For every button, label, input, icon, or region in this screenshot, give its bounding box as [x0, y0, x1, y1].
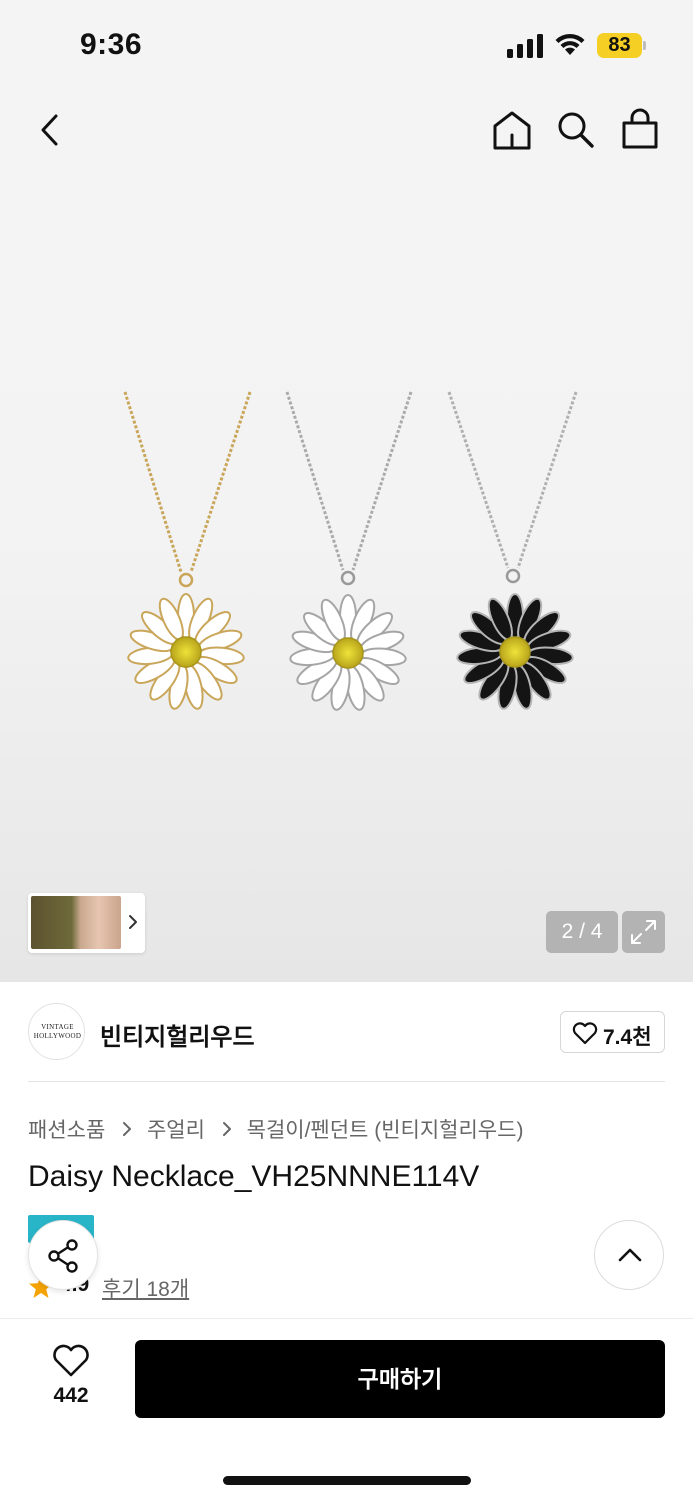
- status-time: 9:36: [80, 28, 143, 61]
- like-count: 442: [53, 1384, 89, 1407]
- gallery-page-indicator: 2 / 4: [546, 911, 618, 953]
- silver-daisy-pendant: [285, 391, 413, 711]
- back-arrow-icon[interactable]: [36, 112, 66, 148]
- share-button[interactable]: [28, 1220, 98, 1290]
- chevron-right-icon: [123, 1122, 132, 1136]
- breadcrumb: 패션소품 주얼리 목걸이/펜던트 (빈티지헐리우드): [28, 1114, 523, 1142]
- product-title: Daisy Necklace_VH25NNNE114V: [28, 1160, 480, 1193]
- expand-icon: [631, 920, 656, 944]
- breadcrumb-item[interactable]: 주얼리: [147, 1114, 205, 1144]
- breadcrumb-item[interactable]: 패션소품: [28, 1114, 105, 1144]
- breadcrumb-item[interactable]: 목걸이/펜던트 (빈티지헐리우드): [247, 1114, 524, 1144]
- home-icon[interactable]: [492, 109, 532, 151]
- chevron-right-icon: [222, 1122, 231, 1136]
- buy-button[interactable]: 구매하기: [135, 1340, 665, 1418]
- expand-image-button[interactable]: [622, 911, 665, 953]
- wifi-icon: [555, 33, 585, 55]
- shopping-bag-icon[interactable]: [620, 108, 660, 150]
- divider: [28, 1081, 665, 1082]
- chevron-right-icon: [129, 915, 137, 929]
- battery-indicator: 83: [597, 33, 647, 58]
- thumbnail-image[interactable]: [31, 896, 121, 949]
- gold-daisy-pendant: [123, 391, 252, 710]
- heart-icon: [53, 1344, 89, 1377]
- related-image-thumbnails[interactable]: [28, 893, 145, 953]
- share-icon: [48, 1239, 78, 1273]
- chevron-up-icon: [618, 1248, 642, 1262]
- heart-icon: [572, 1022, 598, 1045]
- black-daisy-pendant: [447, 391, 578, 710]
- battery-cap: [643, 41, 646, 50]
- brand-row: VINTAGE HOLLYWOOD 빈티지헐리우드 7.4천: [28, 1003, 665, 1061]
- product-image-gallery[interactable]: 9:36 83 2 / 4: [0, 0, 693, 982]
- brand-name[interactable]: 빈티지헐리우드: [100, 1017, 255, 1052]
- brand-favorite-count: 7.4천: [603, 1026, 652, 1049]
- status-bar: 9:36 83: [0, 0, 693, 92]
- brand-logo[interactable]: VINTAGE HOLLYWOOD: [28, 1003, 85, 1060]
- cellular-signal-icon: [507, 34, 543, 58]
- brand-favorite-button[interactable]: 7.4천: [560, 1011, 665, 1053]
- review-count-link[interactable]: 후기 18개: [102, 1273, 189, 1303]
- product-photo: [123, 391, 578, 711]
- battery-level: 83: [597, 33, 642, 58]
- like-button[interactable]: 442: [40, 1342, 102, 1412]
- home-indicator: [223, 1476, 471, 1485]
- brand-logo-text: VINTAGE HOLLYWOOD: [33, 1023, 82, 1040]
- scroll-to-top-button[interactable]: [594, 1220, 664, 1290]
- search-icon[interactable]: [556, 110, 596, 150]
